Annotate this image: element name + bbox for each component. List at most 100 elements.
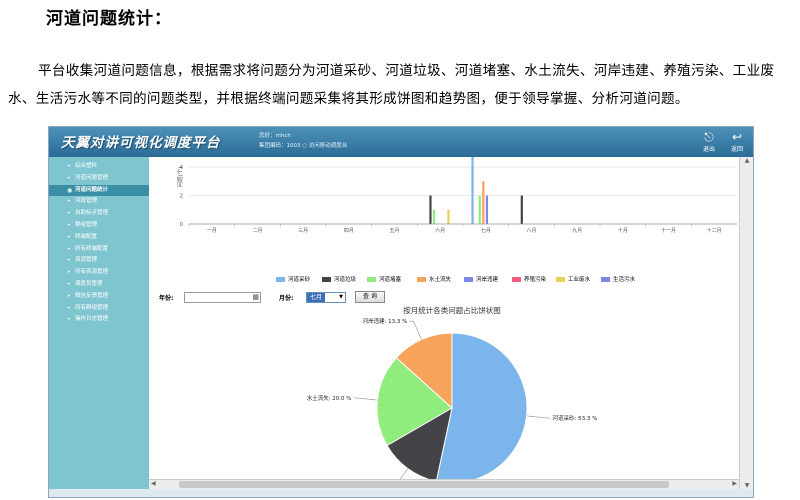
pie-chart: 按月统计各类问题占比饼状图河道采砂: 53.3 %河道堵塞: 13.3 %水土流… [307,305,598,489]
bullet-icon: • [67,292,71,300]
exit-icon: ⎋ [704,130,714,144]
legend-swatch [417,277,426,282]
bar [520,195,523,224]
bar [429,195,432,224]
header-banner: 天翼对讲可视化调度平台 您好：mhch 集团编码：1003 ○ 访问移动调度台 … [49,127,753,157]
sidebar-item[interactable]: • 所有资源管理 [49,267,149,279]
vertical-scrollbar[interactable]: ▲ ▼ [739,157,753,489]
bullet-icon: • [67,163,71,170]
legend-item[interactable]: 河道垃圾 [322,275,356,283]
legend-item[interactable]: 河道采砂 [276,275,310,283]
pie-title: 按月统计各类问题占比饼状图 [403,305,501,315]
bullet-icon: • [67,233,71,241]
sidebar-item[interactable]: • 终端配置 [49,232,149,244]
sidebar-item-label: 所有资源管理 [75,269,109,276]
exit-button[interactable]: ⎋ 退出 [697,130,721,153]
sidebar-item-label: 所有终端配置 [75,245,109,252]
sidebar-item[interactable]: • 所有群组管理 [49,303,149,315]
legend-swatch [464,277,473,282]
sidebar-item[interactable]: • 资源管理 [49,255,149,267]
sidebar-item-label: 操作日志管理 [75,316,109,323]
bullet-icon: • [67,198,71,206]
legend-swatch [556,277,565,282]
legend-item[interactable]: 工业废水 [556,275,590,283]
back-button[interactable]: ↩ 返回 [725,130,749,153]
legend-swatch [512,277,521,282]
x-tick-label: 十一月 [661,227,676,234]
app-window: 天翼对讲可视化调度平台 您好：mhch 集团编码：1003 ○ 访问移动调度台 … [48,126,754,498]
sidebar-item-label: 综合塑料 [75,163,98,169]
bullet-icon: • [67,174,71,182]
doc-title: 河道问题统计： [46,9,172,29]
x-tick-label: 八月 [526,228,536,234]
sidebar-item[interactable]: • 群组管理 [49,220,149,232]
bar [432,209,436,224]
pie-label: 水土流失: 20.0 % [307,394,352,402]
sidebar-item-label: 河道问题统计 [75,186,109,193]
x-tick-label: 五月 [389,228,399,234]
pie-label-line [526,415,551,419]
legend-item[interactable]: 生活污水 [601,275,635,283]
bullet-icon: ◉ [67,186,73,194]
legend-item[interactable]: 养殖污染 [512,275,546,283]
legend-item[interactable]: 河岸违建 [464,275,498,283]
legend-swatch [322,277,331,282]
x-tick-label: 二月 [252,228,262,234]
user-greeting: 您好：mhch [259,133,291,139]
scroll-down-icon[interactable]: ▼ [740,482,753,489]
back-label: 返回 [730,146,743,153]
sidebar-item[interactable]: • 所有终端配置 [49,244,149,256]
bullet-icon: • [67,316,71,324]
calendar-icon[interactable]: ▦ [252,293,259,302]
bar [478,195,481,224]
x-tick-label: 三月 [298,228,308,234]
bullet-icon: • [67,269,71,277]
scroll-right-icon[interactable]: ▶ [732,480,737,487]
pie-label: 河岸违建: 13.3 % [363,317,408,325]
sidebar-item[interactable]: • 调度员管理 [49,279,149,291]
sidebar-item[interactable]: • 河段管理 [49,196,149,208]
legend-swatch [601,277,610,282]
legend-label: 河道垃圾 [334,277,357,283]
scroll-left-icon[interactable]: ◀ [151,480,156,487]
legend-item[interactable]: 水土流失 [417,275,451,283]
sidebar-item[interactable]: ◉ 河道问题统计 [49,184,149,197]
sidebar-item-label: 自助标点管理 [75,210,109,217]
pie-label-line [353,397,378,401]
bullet-icon: • [67,257,71,265]
legend-label: 河岸违建 [476,277,499,283]
legend-label: 工业废水 [568,277,591,283]
chevron-down-icon: ▼ [339,294,343,300]
legend-label: 养殖污染 [524,277,547,283]
legend-item[interactable]: 河道堵塞 [367,275,401,283]
scroll-up-icon[interactable]: ▲ [740,157,753,164]
month-label: 月份: [279,295,294,302]
bar [485,195,489,224]
bullet-icon: • [67,210,71,218]
pie-label: 河道采砂: 53.3 % [552,414,597,422]
legend-label: 生活污水 [613,277,636,283]
pie-label-line [409,320,422,340]
sidebar-item-label: 所有群组管理 [75,304,109,311]
y-tick-label: 0 [180,222,184,228]
sidebar-item-label: 终端配置 [75,233,98,240]
group-code: 集团编码：1003 ○ 访问移动调度台 [259,143,348,149]
legend-swatch [367,277,376,282]
sidebar-item[interactable]: • 操作日志管理 [49,314,149,326]
sidebar-item-label: 河道问题管理 [75,174,109,181]
bullet-icon: • [67,304,71,312]
x-tick-label: 十二月 [707,227,722,234]
sidebar: • 综合塑料 • 河道问题管理 ◉ 河道问题统计 • 河段管理 • 自助标点管理 • 群组管理 • 终端配… [49,157,149,497]
sidebar-item[interactable]: • 综合塑料 [49,161,149,173]
scroll-thumb[interactable] [179,481,669,488]
back-arrow-icon: ↩ [731,130,743,144]
x-tick-label: 九月 [572,227,582,234]
main-content: 0 2 4 问题(个) 一月 二月 三月 四月 五月 六月 七月 八月 九月 十月 十一月 十二月 河道采砂河… [149,157,739,489]
sidebar-item[interactable]: • 微信反馈管理 [49,291,149,303]
sidebar-item[interactable]: • 自助标点管理 [49,208,149,220]
year-label: 年份: [159,295,174,302]
legend-label: 河道堵塞 [379,277,402,283]
bar [447,209,450,224]
sidebar-item-label: 群组管理 [75,221,98,228]
sidebar-item[interactable]: • 河道问题管理 [49,173,149,185]
